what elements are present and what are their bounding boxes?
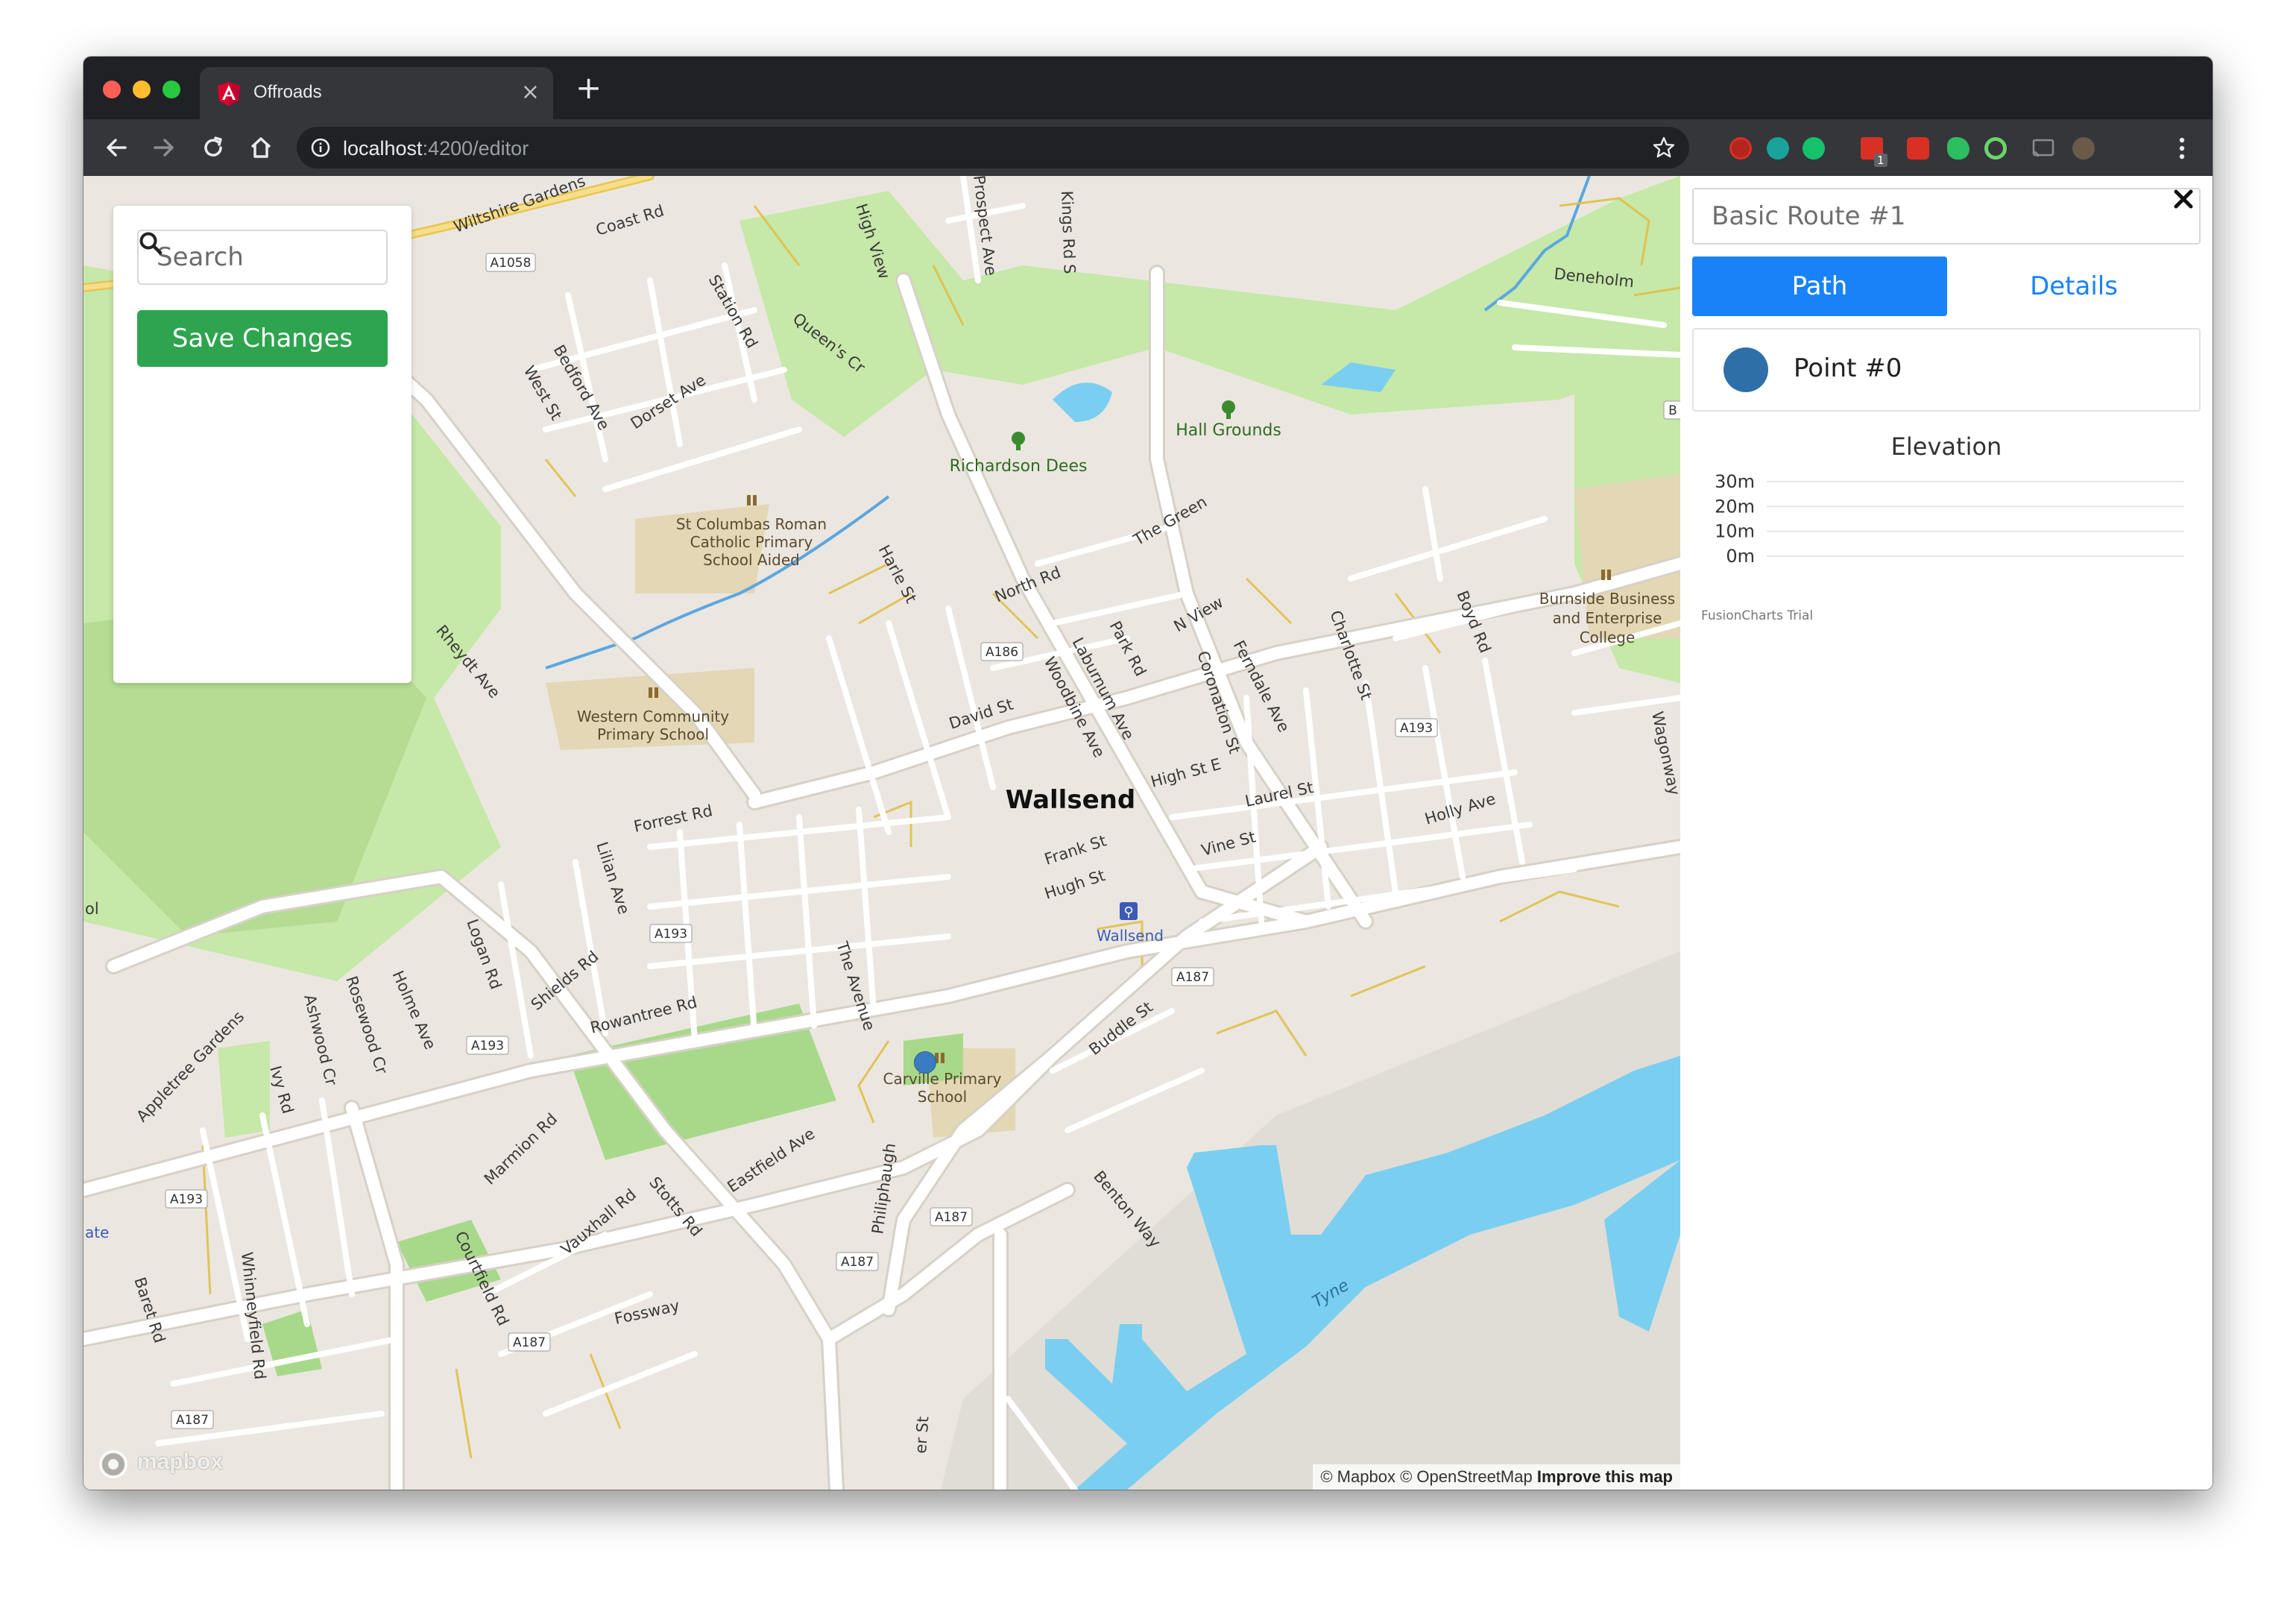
place-label: Western Community — [577, 708, 729, 725]
minimize-window-button[interactable] — [133, 81, 151, 98]
map[interactable]: ⚲ A1058 A186 A193 A193 A187 A193 A193 A1… — [83, 176, 1680, 1490]
street-label: ate — [85, 1223, 109, 1241]
svg-text:⚲: ⚲ — [1123, 904, 1133, 920]
road-shield: A1058 — [491, 256, 532, 271]
tab-title: Offroads — [253, 82, 322, 102]
place-label: College — [1580, 629, 1636, 646]
reload-icon[interactable] — [200, 134, 227, 161]
mapbox-attribution-link[interactable]: © Mapbox — [1320, 1467, 1395, 1486]
save-changes-button[interactable]: Save Changes — [137, 310, 388, 367]
road-shield: A193 — [655, 927, 687, 942]
point-list-item[interactable]: Point #0 — [1692, 328, 2201, 412]
y-tick-label: 20m — [1715, 496, 1755, 517]
place-label: Carville Primary — [883, 1070, 1002, 1088]
street-label: er St — [912, 1416, 932, 1454]
url-host: localhost — [343, 137, 423, 160]
road-shield: A187 — [841, 1255, 874, 1270]
improve-map-link[interactable]: Improve this map — [1537, 1467, 1673, 1486]
menu-dots-icon[interactable] — [2177, 136, 2187, 161]
road-shield: A186 — [985, 645, 1018, 660]
route-panel: Path Details Point #0 Elevation 30m 20m 10… — [1680, 176, 2213, 1490]
editor-card: Save Changes — [113, 206, 411, 683]
address-bar[interactable]: localhost:4200/editor — [297, 127, 1689, 168]
url-text: localhost:4200/editor — [343, 137, 529, 160]
browser-toolbar: localhost:4200/editor 1 — [83, 119, 2213, 176]
road-shield: B — [1668, 403, 1677, 418]
zoom-window-button[interactable] — [163, 81, 180, 98]
place-label: Primary School — [597, 725, 709, 743]
road-shield: A187 — [176, 1413, 209, 1428]
elevation-chart-title: Elevation — [1890, 432, 2002, 461]
vivaldi-extension-icon[interactable] — [1907, 137, 1929, 160]
evernote-icon[interactable] — [1947, 137, 1969, 160]
place-label: School — [918, 1088, 967, 1106]
place-label: Catholic Primary — [690, 533, 813, 551]
new-tab-button[interactable]: + — [575, 72, 602, 104]
road-shield: A193 — [1400, 721, 1433, 736]
profile-avatar[interactable] — [2072, 137, 2095, 160]
extension-badge: 1 — [1874, 154, 1887, 167]
bookmark-star-icon[interactable] — [1652, 136, 1676, 160]
y-tick-label: 10m — [1715, 521, 1755, 542]
block-extension-icon[interactable] — [1729, 137, 1752, 160]
mapbox-logo[interactable]: mapbox — [95, 1448, 227, 1479]
osm-attribution-link[interactable]: © OpenStreetMap — [1400, 1467, 1533, 1486]
street-label: Kings Rd S — [1058, 190, 1079, 274]
mapbox-icon — [99, 1450, 127, 1478]
browser-tab[interactable]: Offroads × — [200, 67, 553, 119]
point-marker-icon — [1723, 347, 1768, 392]
mapbox-logo-text: mapbox — [137, 1449, 224, 1474]
street-label: ol — [85, 900, 99, 918]
road-shield: A187 — [1176, 970, 1209, 985]
town-label: Wallsend — [1006, 785, 1135, 815]
cast-icon[interactable] — [2031, 136, 2056, 161]
search-box — [137, 230, 388, 285]
station-label: Wallsend — [1097, 927, 1164, 945]
browser-window: Offroads × + localhost:4200/editor 1 ⚲ A… — [83, 57, 2213, 1490]
site-info-icon[interactable] — [310, 137, 331, 158]
forward-icon[interactable] — [151, 134, 177, 161]
park-label: Hall Grounds — [1176, 421, 1281, 440]
fusioncharts-trial-label: FusionCharts Trial — [1701, 608, 1814, 623]
page-content: ⚲ A1058 A186 A193 A193 A187 A193 A193 A1… — [83, 176, 2213, 1490]
target-extension-icon[interactable] — [1984, 137, 2007, 160]
y-tick-label: 0m — [1726, 546, 1755, 567]
y-tick-label: 30m — [1715, 471, 1755, 492]
teal-extension-icon[interactable] — [1767, 137, 1789, 160]
place-label: Burnside Business — [1539, 590, 1675, 608]
tab-path[interactable]: Path — [1692, 256, 1947, 316]
close-window-button[interactable] — [103, 81, 121, 98]
place-label: St Columbas Roman — [676, 515, 827, 533]
map-attribution: © Mapbox © OpenStreetMap Improve this ma… — [1313, 1464, 1680, 1490]
tab-strip: Offroads × + — [83, 57, 2213, 119]
route-name-input[interactable] — [1692, 188, 2201, 245]
road-shield: A187 — [513, 1335, 546, 1350]
road-shield: A193 — [170, 1192, 203, 1207]
home-icon[interactable] — [247, 134, 274, 161]
road-shield: A187 — [935, 1210, 968, 1225]
tab-details[interactable]: Details — [1947, 256, 2201, 316]
elevation-chart: 30m 20m 10m 0m — [1715, 471, 2184, 567]
point-label: Point #0 — [1794, 353, 1902, 383]
search-icon[interactable] — [139, 231, 163, 255]
back-icon[interactable] — [103, 134, 130, 161]
place-label: and Enterprise — [1553, 609, 1662, 627]
search-input[interactable] — [139, 231, 340, 283]
angular-icon — [218, 82, 240, 106]
place-label: School Aided — [703, 551, 800, 569]
grammarly-icon[interactable] — [1803, 137, 1825, 160]
close-icon[interactable] — [2172, 188, 2195, 210]
road-shield: A193 — [471, 1039, 504, 1053]
close-tab-icon[interactable]: × — [521, 79, 540, 106]
park-label: Richardson Dees — [950, 457, 1088, 476]
url-path: :4200/editor — [422, 137, 529, 160]
route-point-marker[interactable] — [914, 1051, 936, 1074]
